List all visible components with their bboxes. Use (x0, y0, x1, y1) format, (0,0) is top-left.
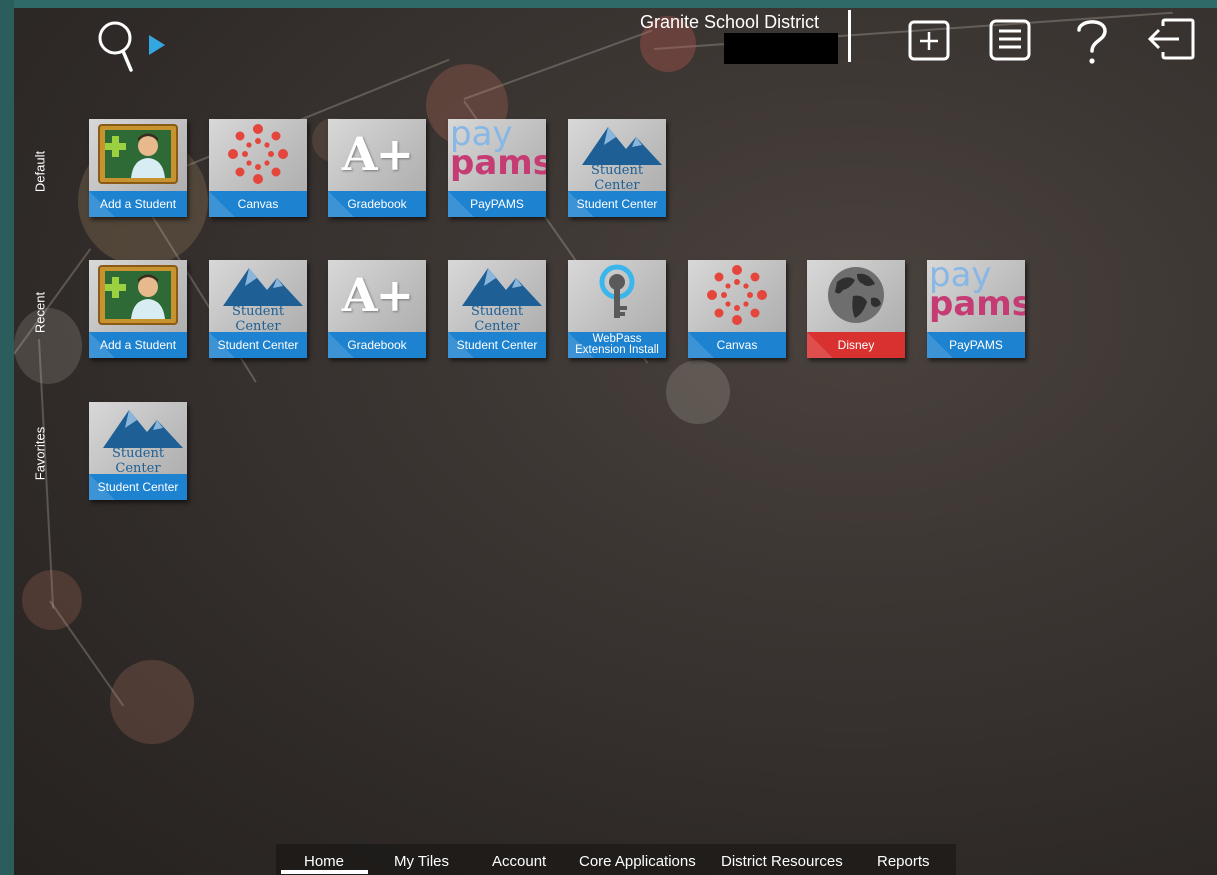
tile-art: Student Center (568, 119, 666, 193)
tile-corner-accent (448, 332, 474, 358)
tile-art (209, 119, 307, 189)
nav-reports[interactable]: Reports (877, 853, 930, 870)
add-student-icon (98, 124, 178, 184)
canvas-logo-icon (707, 265, 767, 325)
globe-icon (828, 267, 884, 323)
search-icon[interactable] (95, 18, 143, 72)
logout-icon[interactable] (1143, 12, 1199, 68)
decorative-bubble (110, 660, 194, 744)
redacted-username (724, 33, 838, 64)
tile-corner-accent (568, 191, 594, 217)
tile-corner-accent (89, 332, 115, 358)
app-tile-student-center[interactable]: Student Center Student Center (89, 402, 187, 500)
paypams-logo-icon: pay pams (450, 119, 546, 183)
tile-art: Student Center (209, 260, 307, 334)
tile-art (807, 260, 905, 330)
key-icon (599, 264, 635, 318)
nav-district-resources[interactable]: District Resources (721, 853, 843, 870)
tile-corner-accent (89, 474, 115, 500)
tile-art: A+ (328, 260, 426, 330)
canvas-logo-icon (228, 124, 288, 184)
tile-art (688, 260, 786, 330)
app-tile-add-a-student[interactable]: Add a Student (89, 119, 187, 217)
tile-corner-accent (209, 332, 235, 358)
app-tile-paypams[interactable]: pay pams PayPAMS (927, 260, 1025, 358)
active-nav-indicator (281, 870, 368, 874)
gradebook-icon: A+ (341, 127, 414, 181)
app-tile-student-center[interactable]: Student Center Student Center (209, 260, 307, 358)
add-tile-icon[interactable] (902, 12, 958, 68)
app-tile-student-center[interactable]: Student Center Student Center (568, 119, 666, 217)
tile-art: A+ (328, 119, 426, 189)
tile-corner-accent (328, 332, 354, 358)
app-tile-paypams[interactable]: pay pams PayPAMS (448, 119, 546, 217)
nav-home[interactable]: Home (304, 853, 344, 870)
tile-corner-accent (328, 191, 354, 217)
student-center-logo-icon: Student Center (568, 119, 666, 193)
app-tile-student-center[interactable]: Student Center Student Center (448, 260, 546, 358)
add-student-icon (98, 265, 178, 325)
search-control[interactable] (95, 18, 165, 72)
organization-name: Granite School District (640, 12, 820, 32)
nav-my-tiles[interactable]: My Tiles (394, 853, 449, 870)
list-icon[interactable] (983, 12, 1039, 68)
tile-art: pay pams (927, 260, 1025, 330)
tile-art: Student Center (89, 402, 187, 476)
app-tile-canvas[interactable]: Canvas (209, 119, 307, 217)
decorative-bubble (14, 308, 82, 384)
section-label-favorites: Favorites (32, 426, 48, 481)
tile-art (89, 260, 187, 330)
tile-corner-accent (448, 191, 474, 217)
tile-corner-accent (688, 332, 714, 358)
decorative-bubble (22, 570, 82, 630)
window-frame-top (0, 0, 1217, 8)
tile-corner-accent (568, 332, 594, 358)
tile-art (89, 119, 187, 189)
nav-account[interactable]: Account (492, 853, 546, 870)
student-center-logo-icon: Student Center (209, 260, 307, 334)
paypams-logo-icon: pay pams (929, 260, 1025, 324)
tile-art: Student Center (448, 260, 546, 334)
student-center-logo-icon: Student Center (89, 402, 187, 476)
gradebook-icon: A+ (341, 268, 414, 322)
tile-corner-accent (209, 191, 235, 217)
app-tile-gradebook[interactable]: A+ Gradebook (328, 260, 426, 358)
tile-art: pay pams (448, 119, 546, 189)
student-center-logo-icon: Student Center (448, 260, 546, 334)
tile-art (568, 260, 666, 330)
section-label-default: Default (32, 150, 48, 193)
tile-corner-accent (807, 332, 833, 358)
window-frame-left (0, 0, 14, 875)
play-arrow-icon[interactable] (149, 35, 165, 55)
app-tile-gradebook[interactable]: A+ Gradebook (328, 119, 426, 217)
app-tile-webpass-extension-install[interactable]: WebPass Extension Install (568, 260, 666, 358)
decorative-bubble (666, 360, 730, 424)
tile-corner-accent (927, 332, 953, 358)
app-tile-add-a-student[interactable]: Add a Student (89, 260, 187, 358)
nav-core-applications[interactable]: Core Applications (579, 853, 696, 870)
header-divider (848, 10, 851, 62)
app-tile-canvas[interactable]: Canvas (688, 260, 786, 358)
app-tile-disney[interactable]: Disney (807, 260, 905, 358)
tile-corner-accent (89, 191, 115, 217)
section-label-recent: Recent (32, 291, 48, 334)
help-icon[interactable] (1064, 12, 1120, 68)
